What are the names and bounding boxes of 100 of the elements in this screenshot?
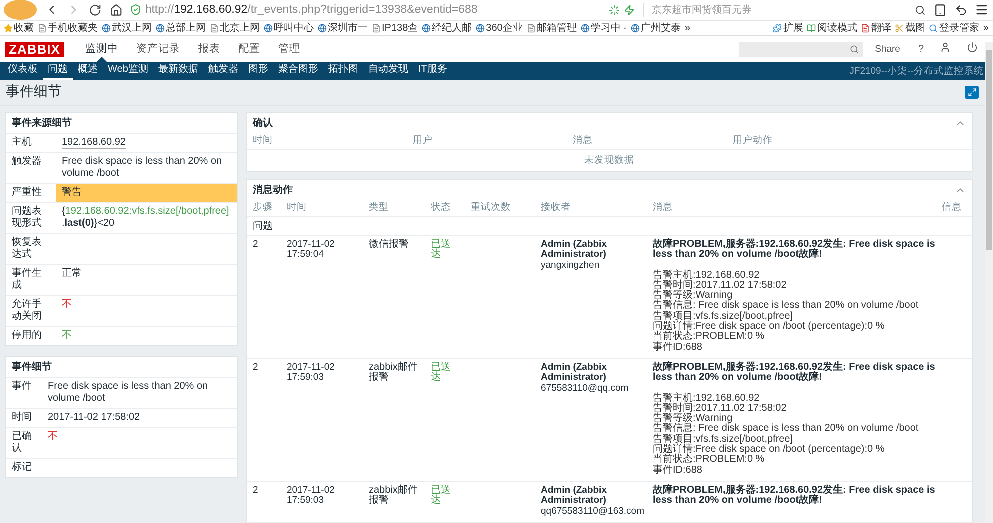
detail-label: 标记 bbox=[11, 460, 33, 475]
search-icon bbox=[915, 4, 926, 16]
toolbar-item[interactable]: 登录管家 bbox=[929, 21, 980, 35]
main-menu-item[interactable]: 监测中 bbox=[78, 36, 126, 62]
help-button[interactable]: ? bbox=[918, 44, 924, 54]
bookmark-item[interactable]: 北京上网 bbox=[210, 21, 260, 35]
bolt-icon bbox=[624, 4, 636, 16]
sub-menu-item[interactable]: 概述 bbox=[73, 62, 103, 80]
bookmark-item[interactable]: 经纪人邮 bbox=[422, 21, 472, 35]
scrollbar[interactable] bbox=[985, 42, 993, 523]
globe-icon bbox=[264, 24, 273, 32]
detail-value: 正常 bbox=[61, 266, 83, 281]
bookmark-item[interactable]: 总部上网 bbox=[156, 21, 206, 35]
flag-value: 不 bbox=[61, 329, 73, 343]
card-title: 消息动作 bbox=[253, 184, 293, 197]
card-title: 确认 bbox=[253, 116, 273, 130]
empty-message: 未发现数据 bbox=[584, 155, 634, 166]
time-cell-text: 2017-11-02 17:59:03 bbox=[287, 362, 336, 386]
bookmark-item[interactable]: 深圳市一 bbox=[318, 21, 368, 35]
bookmark-item[interactable]: 收藏 bbox=[4, 21, 34, 35]
message-line: 告警主机:192.168.60.92 bbox=[653, 270, 761, 281]
search-field[interactable] bbox=[739, 42, 864, 56]
bookmark-item[interactable]: 360企业 bbox=[476, 21, 523, 35]
type-cell-text: zabbix邮件报警 bbox=[369, 486, 419, 508]
loading-icon bbox=[609, 4, 620, 16]
message-line: 当前状态:PROBLEM:0 % bbox=[653, 332, 765, 342]
status-cell-text: 已送达 bbox=[431, 240, 452, 262]
book-icon bbox=[807, 24, 816, 32]
recipient-name: Admin (Zabbix Administrator) bbox=[541, 362, 608, 384]
bookmark-item[interactable]: 学习中 - bbox=[580, 21, 627, 35]
column-header: 接收者 bbox=[541, 201, 572, 214]
severity-value: 警告 bbox=[56, 184, 237, 202]
main-menu-item[interactable]: 管理 bbox=[271, 36, 308, 62]
star-icon bbox=[4, 24, 13, 32]
column-header: 消息 bbox=[573, 134, 594, 147]
sub-menu-item[interactable]: 触发器 bbox=[203, 62, 244, 80]
message-line: 事件ID:688 bbox=[653, 466, 704, 476]
bookmark-item[interactable]: 邮箱管理 bbox=[526, 21, 577, 35]
column-header: 用户 bbox=[413, 134, 434, 147]
detail-value: Free disk space is less than 20% on volume /boot bbox=[47, 380, 210, 406]
tablet-icon bbox=[934, 4, 947, 16]
bookmark-item[interactable]: 手机收藏夹 bbox=[38, 21, 98, 35]
sub-menu-item[interactable]: 问题 bbox=[43, 62, 73, 80]
main-menu-item[interactable]: 报表 bbox=[191, 36, 228, 62]
column-header: 时间 bbox=[287, 201, 308, 214]
search-icon bbox=[929, 24, 938, 32]
toolbar-item[interactable]: 翻译 bbox=[861, 21, 892, 35]
column-header: 信息 bbox=[942, 201, 963, 214]
step-cell-text: 2 bbox=[253, 486, 260, 498]
sub-menu-item[interactable]: 拓扑图 bbox=[323, 62, 364, 80]
sub-menu-item[interactable]: 最新数据 bbox=[153, 62, 204, 80]
zabbix-logo[interactable]: ZABBIX bbox=[5, 42, 64, 56]
detail-label: 严重性 bbox=[11, 186, 43, 200]
bookmark-item[interactable]: IP138查 bbox=[372, 21, 418, 35]
message-line: 告警信息: Free disk space is less than 20% on volume /boot bbox=[653, 301, 920, 312]
column-header: 用户动作 bbox=[733, 134, 774, 147]
detail-label: 事件 bbox=[11, 380, 33, 394]
sub-menu-item[interactable]: IT服务 bbox=[413, 62, 452, 80]
message-line: 告警主机:192.168.60.92 bbox=[653, 394, 761, 404]
scissors-icon bbox=[895, 24, 904, 32]
toolbar-item[interactable]: 扩展 bbox=[773, 21, 804, 35]
sub-menu-item[interactable]: 仪表板 bbox=[3, 62, 43, 80]
share-button[interactable]: Share bbox=[875, 44, 900, 54]
bookmark-item[interactable]: 武汉上网 bbox=[102, 21, 152, 35]
toolbar-item[interactable]: 阅读模式 bbox=[807, 21, 858, 35]
detail-label: 停用的 bbox=[11, 329, 43, 343]
message-subject: 故障PROBLEM,服务器:192.168.60.92发生: Free disk space is less than 20% on volume /boot故障! bbox=[653, 240, 936, 261]
avatar-circle[interactable] bbox=[4, 0, 38, 20]
bookmark-item[interactable]: 广州艾泰 bbox=[630, 21, 681, 35]
sub-menu-item[interactable]: Web监测 bbox=[103, 62, 154, 80]
sub-menu-item[interactable]: 图形 bbox=[243, 62, 274, 80]
address-bar[interactable]: http://192.168.60.92/tr_events.php?triggerid=13938&eventid=688 bbox=[130, 4, 602, 16]
sub-menu-item[interactable]: 自动发现 bbox=[363, 62, 414, 80]
page-icon bbox=[38, 24, 47, 32]
column-header: 重试次数 bbox=[471, 201, 512, 214]
flag-value: 不 bbox=[47, 430, 59, 444]
globe-icon bbox=[102, 24, 111, 32]
recipient-name: Admin (Zabbix Administrator) bbox=[541, 486, 608, 507]
menu-icon bbox=[975, 3, 990, 17]
detail-value: Free disk space is less than 20% on volume /boot bbox=[61, 155, 224, 181]
more-bookmarks[interactable]: » bbox=[684, 22, 690, 34]
fullscreen-button[interactable] bbox=[965, 86, 979, 98]
host-link[interactable]: 192.168.60.92 bbox=[62, 137, 126, 149]
search-icon bbox=[850, 44, 860, 54]
detail-label: 允许手动关闭 bbox=[11, 298, 43, 324]
sub-menu-item[interactable]: 聚合图形 bbox=[273, 62, 324, 80]
page-icon bbox=[372, 24, 381, 32]
home-icon bbox=[110, 4, 122, 16]
message-subject: 故障PROBLEM,服务器:192.168.60.92发生: Free disk space is less than 20% on volume /boot故障! bbox=[653, 486, 936, 507]
column-header: 类型 bbox=[369, 201, 390, 214]
main-menu-item[interactable]: 资产记录 bbox=[129, 36, 188, 62]
more-tools[interactable]: » bbox=[983, 22, 989, 34]
column-header: 时间 bbox=[253, 134, 274, 147]
toolbar-item[interactable]: 截图 bbox=[895, 21, 926, 35]
undo-icon bbox=[954, 4, 968, 16]
main-menu-item[interactable]: 配置 bbox=[231, 36, 268, 62]
power-icon bbox=[967, 42, 978, 53]
bookmark-item[interactable]: 呼叫中心 bbox=[264, 21, 314, 35]
recipient-address: yangxingzhen bbox=[541, 260, 601, 271]
type-cell-text: zabbix邮件报警 bbox=[369, 362, 419, 386]
